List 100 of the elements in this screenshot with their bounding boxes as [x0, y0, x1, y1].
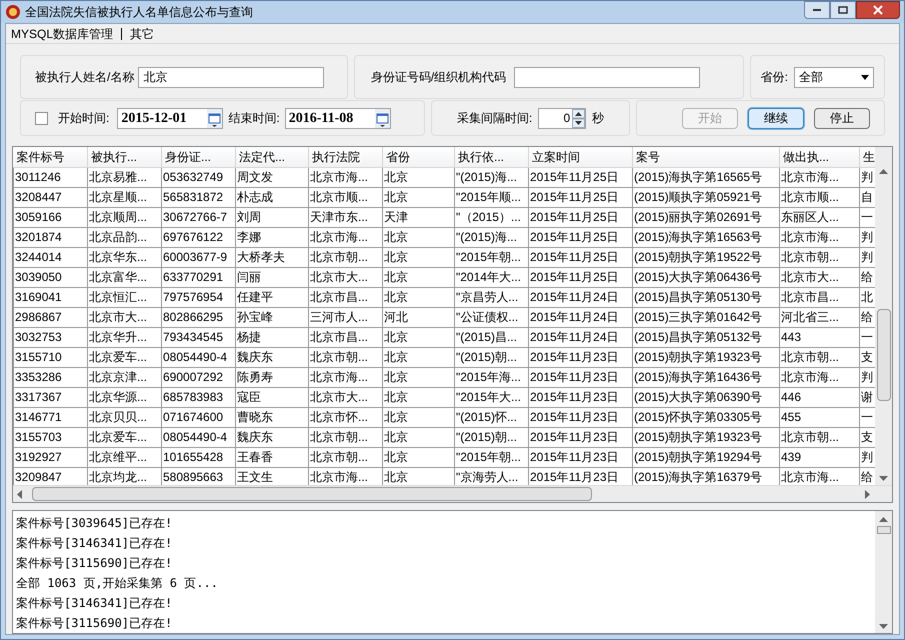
table-cell: (2015)大执字第06436号 — [632, 267, 780, 287]
table-cell: 3155710 — [14, 347, 88, 367]
table-cell: 北京华东... — [88, 247, 162, 267]
table-cell: 北京华升... — [88, 327, 162, 347]
minimize-button[interactable] — [804, 1, 830, 19]
column-header[interactable]: 省份 — [382, 147, 454, 167]
column-header[interactable]: 被执行... — [88, 147, 162, 167]
table-cell: 053632749 — [162, 167, 236, 187]
column-header[interactable]: 执行法院 — [308, 147, 382, 167]
table-cell: 3201874 — [14, 227, 88, 247]
table-cell: 455 — [780, 407, 860, 427]
scroll-down-arrow-icon[interactable] — [879, 624, 888, 629]
table-cell: 3146771 — [14, 407, 88, 427]
table-cell: 北京恒汇... — [88, 287, 162, 307]
scroll-right-arrow-icon[interactable] — [865, 490, 870, 498]
window-title: 全国法院失信被执行人名单信息公布与查询 — [25, 4, 253, 21]
table-cell: 443 — [780, 327, 860, 347]
table-cell: 北京 — [382, 427, 454, 447]
table-cell: 北京 — [382, 227, 454, 247]
scrollbar-thumb[interactable] — [32, 487, 592, 501]
table-cell: 3244014 — [14, 247, 88, 267]
table-cell: 2015年11月23日 — [528, 347, 632, 367]
scroll-up-arrow-icon[interactable] — [879, 169, 888, 174]
id-input-field[interactable] — [514, 66, 700, 88]
log-line: 全部 1063 页,开始采集第 6 页... — [16, 575, 219, 592]
column-header[interactable]: 案件标号 — [14, 147, 88, 167]
menu-item[interactable]: 其它 — [128, 24, 156, 42]
column-header[interactable]: 执行依... — [454, 147, 528, 167]
column-header[interactable]: 案号 — [632, 147, 780, 167]
column-header[interactable]: 做出执... — [780, 147, 860, 167]
column-header[interactable]: 立案时间 — [528, 147, 632, 167]
table-cell: 北京市朝... — [308, 347, 382, 367]
table-cell: 797576954 — [162, 287, 236, 307]
table-cell: "2015年朝... — [454, 447, 528, 467]
scroll-down-arrow-icon[interactable] — [879, 476, 888, 481]
log-text-area[interactable]: 案件标号[3039645]已存在! 案件标号[3146341]已存在! 案件标号[3115690]已存在! 全部 1063 页,开始采集第 6 页... 案件标号[3146341]已存在! 案件标号[3115690]已存在! — [12, 510, 893, 634]
table-cell: 北京市海... — [308, 167, 382, 187]
table-cell: 北京 — [382, 187, 454, 207]
table-cell: 北京市海... — [780, 227, 860, 247]
table-cell: 北京市大... — [88, 307, 162, 327]
table-cell: "2015年大... — [454, 387, 528, 407]
field-label: 采集间隔时间: — [456, 110, 532, 127]
field-label: 开始时间: — [58, 110, 110, 127]
date-picker-field[interactable]: 2015-12-01 — [117, 108, 224, 128]
action-button[interactable]: 停止 — [814, 108, 870, 128]
table-cell: "(2015)昌... — [454, 327, 528, 347]
table-cell: 2015年11月25日 — [528, 227, 632, 247]
table-cell: 北京 — [382, 247, 454, 267]
table-cell: 2015年11月23日 — [528, 387, 632, 407]
table-cell: 曹晓东 — [236, 407, 308, 427]
table-cell: 3169041 — [14, 287, 88, 307]
table-cell: 北京市昌... — [308, 287, 382, 307]
close-icon — [873, 5, 883, 15]
scrollbar-thumb[interactable] — [876, 309, 891, 401]
checkbox[interactable] — [35, 112, 48, 124]
menu-item[interactable]: MYSQL数据库管理 — [9, 24, 116, 42]
table-cell: 北京市海... — [780, 167, 860, 187]
table-cell: (2015)朝执字第19522号 — [632, 247, 780, 267]
table-cell: 08054490-4 — [162, 347, 236, 367]
column-header[interactable]: 生 — [860, 147, 876, 167]
maximize-icon — [838, 6, 848, 14]
horizontal-scrollbar[interactable] — [13, 485, 892, 502]
log-line: 案件标号[3115690]已存在! — [16, 555, 174, 572]
table-cell: 寇臣 — [236, 387, 308, 407]
spin-arrows-icon — [572, 108, 586, 128]
field-label: 省份: — [760, 69, 788, 86]
table-cell: 690007292 — [162, 367, 236, 387]
field-label: 结束时间: — [228, 110, 280, 127]
scroll-up-arrow-icon[interactable] — [879, 517, 888, 522]
table-cell: "2015年顺... — [454, 187, 528, 207]
maximize-button[interactable] — [830, 1, 856, 19]
scrollbar-thumb[interactable] — [876, 526, 890, 534]
vertical-scrollbar[interactable] — [875, 147, 892, 485]
table-cell: 北京 — [382, 407, 454, 427]
vertical-scrollbar[interactable] — [875, 511, 892, 633]
date-picker-field[interactable]: 2016-11-08 — [284, 108, 391, 128]
table-cell: (2015)大执字第06390号 — [632, 387, 780, 407]
column-header[interactable]: 法定代... — [236, 147, 308, 167]
log-line: 案件标号[3146341]已存在! — [16, 535, 174, 552]
table-cell: 3011246 — [14, 167, 88, 187]
interval-spin-field[interactable]: 0 — [538, 108, 586, 128]
table-cell: 任建平 — [236, 287, 308, 307]
table-cell: 河北 — [382, 307, 454, 327]
table-cell: 565831872 — [162, 187, 236, 207]
table-cell: 北京市朝... — [308, 427, 382, 447]
table-cell: 2015年11月24日 — [528, 327, 632, 347]
table-cell: 3155703 — [14, 427, 88, 447]
scroll-left-arrow-icon[interactable] — [17, 490, 22, 498]
table-cell: 685783983 — [162, 387, 236, 407]
close-button[interactable] — [856, 1, 900, 19]
table-cell: "2015年海... — [454, 367, 528, 387]
table-cell: 北京市大... — [780, 267, 860, 287]
table-cell: 闫丽 — [236, 267, 308, 287]
province-dropdown[interactable]: 全部 — [794, 66, 874, 88]
table-cell: (2015)海执字第16563号 — [632, 227, 780, 247]
column-header[interactable]: 身份证... — [162, 147, 236, 167]
table-cell: (2015)三执字第01642号 — [632, 307, 780, 327]
table-cell: 北京市大... — [308, 267, 382, 287]
action-button[interactable]: 继续 — [748, 108, 804, 128]
name-input-field[interactable]: 北京 — [138, 66, 324, 88]
